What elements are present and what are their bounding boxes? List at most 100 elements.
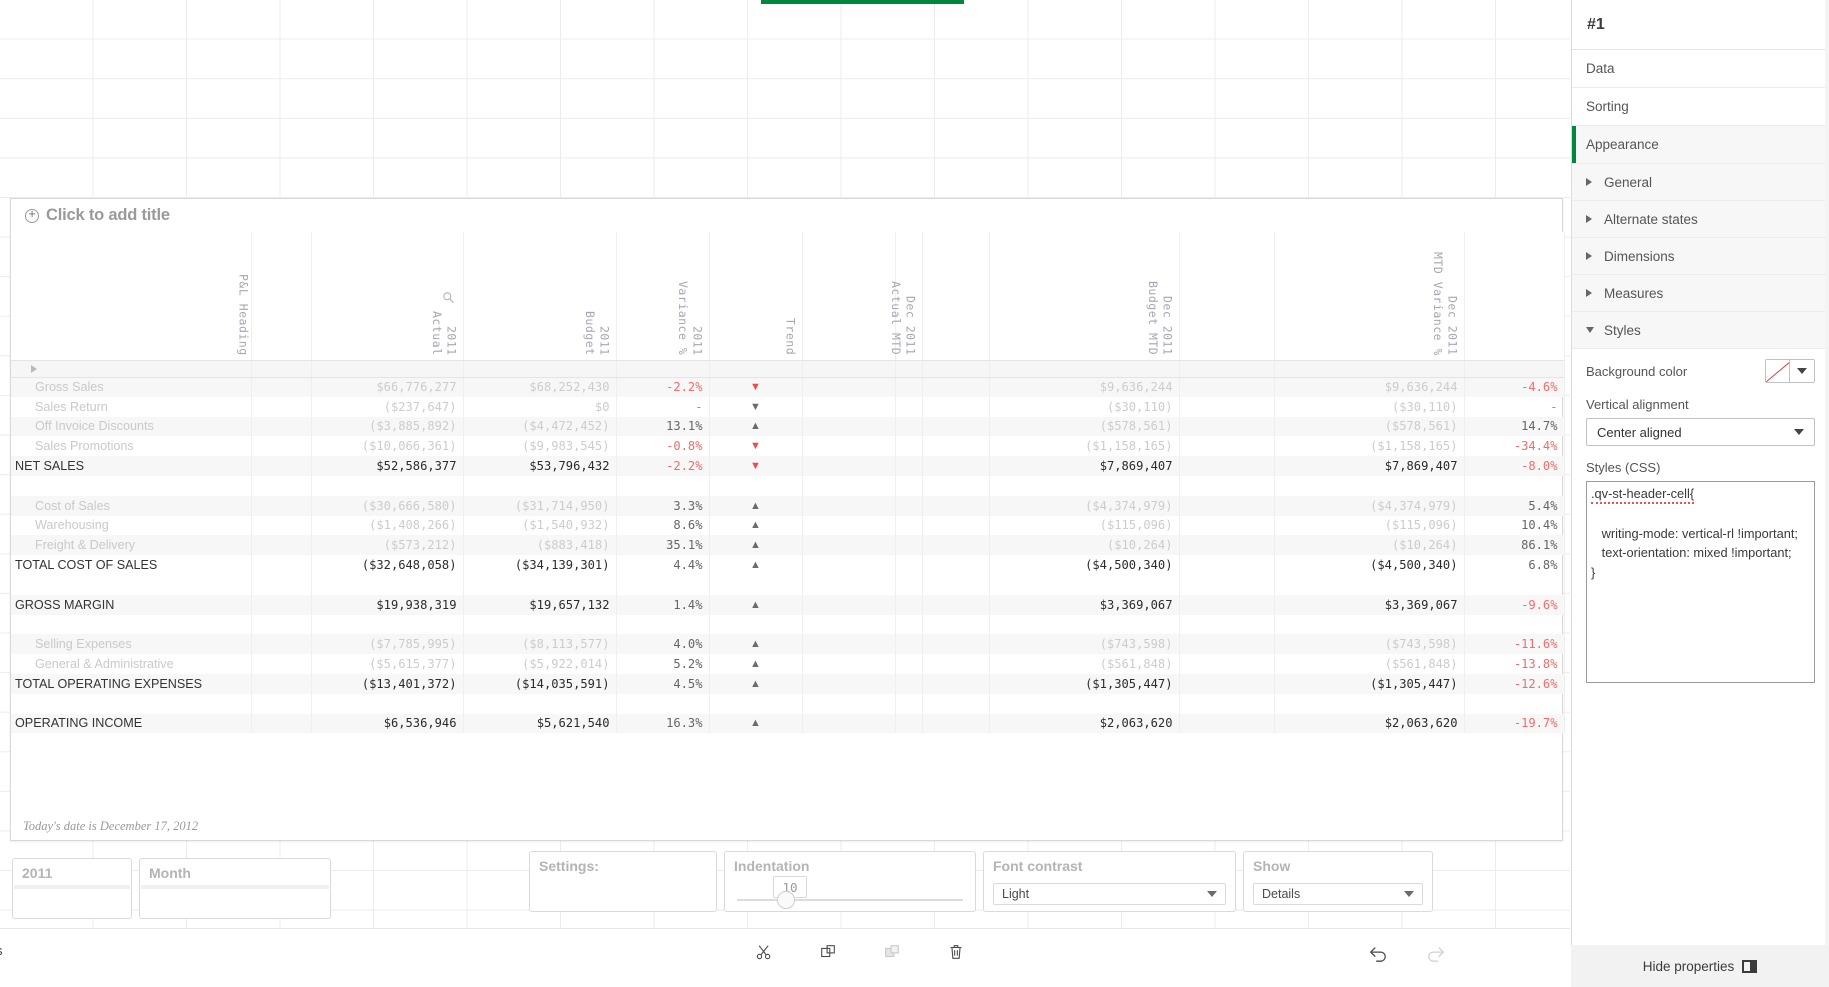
cell-2011-variance[interactable]: 4.5% — [616, 673, 710, 694]
header-cell-trend[interactable]: Trend — [709, 232, 803, 361]
chevron-down-icon[interactable] — [1404, 891, 1414, 897]
cell-trend[interactable]: ▲ — [709, 713, 803, 734]
cell-dec-actual-mtd[interactable]: ($4,500,340) — [989, 555, 1180, 575]
cell-2011-actual[interactable]: ($30,666,580) — [311, 495, 464, 516]
cell-dec-actual-mtd[interactable]: ($1,305,447) — [989, 673, 1180, 694]
cell-2011-variance[interactable]: 1.4% — [616, 594, 710, 615]
table-row[interactable]: Freight & Delivery ($573,212) ($883,418) 35… — [11, 535, 1565, 556]
panel-tab-data[interactable]: Data — [1572, 50, 1829, 88]
filter-year[interactable]: 2011 — [12, 858, 132, 919]
indentation-slider[interactable]: 10 — [737, 876, 963, 909]
table-row[interactable]: TOTAL OPERATING EXPENSES ($13,401,372) ($1… — [11, 673, 1565, 694]
table-row[interactable]: OPERATING INCOME $6,536,946 $5,621,540 16.3… — [11, 713, 1565, 734]
show-select[interactable]: Details — [1253, 883, 1423, 905]
cell-dec-budget-mtd[interactable]: ($4,374,979) — [1274, 495, 1465, 516]
cell-2011-budget[interactable]: ($8,113,577) — [463, 634, 617, 655]
slider-track[interactable] — [737, 891, 963, 909]
cell-dec-mtd-variance[interactable]: 6.8% — [1464, 555, 1565, 575]
redo-icon[interactable] — [1426, 943, 1446, 968]
cell-dec-budget-mtd[interactable]: ($743,598) — [1274, 634, 1465, 655]
cell-dec-budget-mtd[interactable]: $3,369,067 — [1274, 594, 1465, 615]
cell-2011-actual[interactable]: $52,586,377 — [311, 456, 464, 476]
pivot-table-object[interactable]: Click to add title P&L Heading — [10, 198, 1565, 841]
copy-icon[interactable] — [819, 943, 837, 966]
styles-css-textarea[interactable]: .qv-st-header-cell{ writing-mode: vertic… — [1586, 481, 1815, 683]
header-cell-dec-mtd-variance[interactable]: Dec 2011 MTD Variance % — [1274, 232, 1465, 361]
cell-2011-variance[interactable]: 4.4% — [616, 555, 710, 575]
cell-dec-mtd-variance[interactable]: -34.4% — [1464, 436, 1565, 457]
row-label[interactable]: NET SALES — [11, 456, 252, 476]
cell-dec-mtd-variance[interactable]: -13.8% — [1464, 654, 1565, 674]
cell-dec-mtd-variance[interactable]: 5.4% — [1464, 495, 1565, 516]
settings-box[interactable]: Settings: — [529, 851, 717, 912]
filter-year-scrollbar[interactable] — [14, 885, 130, 889]
cell-2011-budget[interactable]: $0 — [463, 396, 617, 417]
panel-section-styles[interactable]: Styles — [1572, 312, 1829, 349]
cell-trend[interactable]: ▲ — [709, 634, 803, 655]
row-label[interactable]: Warehousing — [11, 515, 252, 536]
cell-dec-actual-mtd[interactable]: $9,636,244 — [989, 377, 1180, 397]
cell-dec-mtd-variance[interactable]: -12.6% — [1464, 673, 1565, 694]
chevron-right-icon[interactable] — [31, 364, 37, 373]
table-row[interactable]: NET SALES $52,586,377 $53,796,432 -2.2% ▼ $7,… — [11, 456, 1565, 476]
cell-dec-budget-mtd[interactable]: ($1,305,447) — [1274, 673, 1465, 694]
cell-2011-actual[interactable]: ($7,785,995) — [311, 634, 464, 655]
cell-dec-mtd-variance[interactable]: -9.6% — [1464, 594, 1565, 615]
table-row[interactable]: Warehousing ($1,408,266) ($1,540,932) 8.6% ▲… — [11, 515, 1565, 536]
cell-trend[interactable]: ▲ — [709, 495, 803, 516]
cell-trend[interactable]: ▲ — [709, 555, 803, 575]
cell-2011-budget[interactable]: $53,796,432 — [463, 456, 617, 476]
cell-2011-actual[interactable]: ($3,885,892) — [311, 416, 464, 437]
cell-2011-actual[interactable]: $19,938,319 — [311, 594, 464, 615]
panel-tab-appearance[interactable]: Appearance — [1572, 126, 1829, 164]
cell-2011-actual[interactable]: ($13,401,372) — [311, 673, 464, 694]
cell-2011-variance[interactable]: 35.1% — [616, 535, 710, 556]
cell-2011-budget[interactable]: $19,657,132 — [463, 594, 617, 615]
cell-dec-actual-mtd[interactable]: ($10,264) — [989, 535, 1180, 556]
expand-all-cell[interactable] — [11, 360, 252, 378]
header-cell-dimension[interactable]: P&L Heading — [11, 232, 252, 361]
cell-dec-actual-mtd[interactable]: ($4,374,979) — [989, 495, 1180, 516]
table-row[interactable]: GROSS MARGIN $19,938,319 $19,657,132 1.4% ▲ $… — [11, 594, 1565, 615]
cell-dec-budget-mtd[interactable]: $2,063,620 — [1274, 713, 1465, 734]
cell-dec-mtd-variance[interactable]: -4.6% — [1464, 377, 1565, 397]
cell-trend[interactable]: ▼ — [709, 377, 803, 397]
row-label[interactable]: TOTAL COST OF SALES — [11, 555, 252, 575]
cell-2011-budget[interactable]: ($5,922,014) — [463, 654, 617, 674]
header-cell-dec-budget-mtd[interactable]: Dec 2011 Budget MTD — [989, 232, 1180, 361]
cell-trend[interactable]: ▲ — [709, 673, 803, 694]
panel-section-alternate-states[interactable]: Alternate states — [1572, 201, 1829, 238]
header-cell-2011-variance[interactable]: 2011 Variance % — [616, 232, 710, 361]
cell-dec-actual-mtd[interactable]: $2,063,620 — [989, 713, 1180, 734]
header-cell-2011-budget[interactable]: 2011 Budget — [463, 232, 617, 361]
search-icon[interactable] — [442, 291, 455, 304]
table-row[interactable]: Cost of Sales ($30,666,580) ($31,714,950) 3… — [11, 495, 1565, 516]
cell-2011-variance[interactable]: 3.3% — [616, 495, 710, 516]
panel-section-measures[interactable]: Measures — [1572, 275, 1829, 312]
cell-2011-actual[interactable]: ($5,615,377) — [311, 654, 464, 674]
table-row[interactable]: Off Invoice Discounts ($3,885,892) ($4,472… — [11, 416, 1565, 437]
row-label[interactable]: Sales Return — [11, 396, 252, 417]
table-row[interactable]: Sales Return ($237,647) $0- ▼ ($30,110) ($30,… — [11, 396, 1565, 417]
cell-dec-budget-mtd[interactable]: ($30,110) — [1274, 396, 1465, 417]
show-box[interactable]: Show Details — [1243, 851, 1433, 912]
cell-dec-mtd-variance[interactable]: -19.7% — [1464, 713, 1565, 734]
row-label[interactable]: Gross Sales — [11, 377, 252, 397]
filter-month-scrollbar[interactable] — [141, 885, 329, 889]
cell-trend[interactable]: ▲ — [709, 416, 803, 437]
row-label[interactable]: Sales Promotions — [11, 436, 252, 457]
cell-dec-actual-mtd[interactable]: ($30,110) — [989, 396, 1180, 417]
indentation-box[interactable]: Indentation 10 — [724, 851, 976, 912]
cell-dec-actual-mtd[interactable]: ($743,598) — [989, 634, 1180, 655]
cell-dec-actual-mtd[interactable]: ($1,158,165) — [989, 436, 1180, 457]
cell-2011-variance[interactable]: 8.6% — [616, 515, 710, 536]
cell-trend[interactable]: ▲ — [709, 515, 803, 536]
row-label[interactable]: GROSS MARGIN — [11, 594, 252, 615]
cell-2011-budget[interactable]: $5,621,540 — [463, 713, 617, 734]
cell-2011-variance[interactable]: 16.3% — [616, 713, 710, 734]
cell-2011-variance[interactable]: 13.1% — [616, 416, 710, 437]
cell-dec-budget-mtd[interactable]: ($1,158,165) — [1274, 436, 1465, 457]
cell-dec-budget-mtd[interactable]: ($10,264) — [1274, 535, 1465, 556]
cell-dec-budget-mtd[interactable]: $9,636,244 — [1274, 377, 1465, 397]
cell-2011-actual[interactable]: ($32,648,058) — [311, 555, 464, 575]
